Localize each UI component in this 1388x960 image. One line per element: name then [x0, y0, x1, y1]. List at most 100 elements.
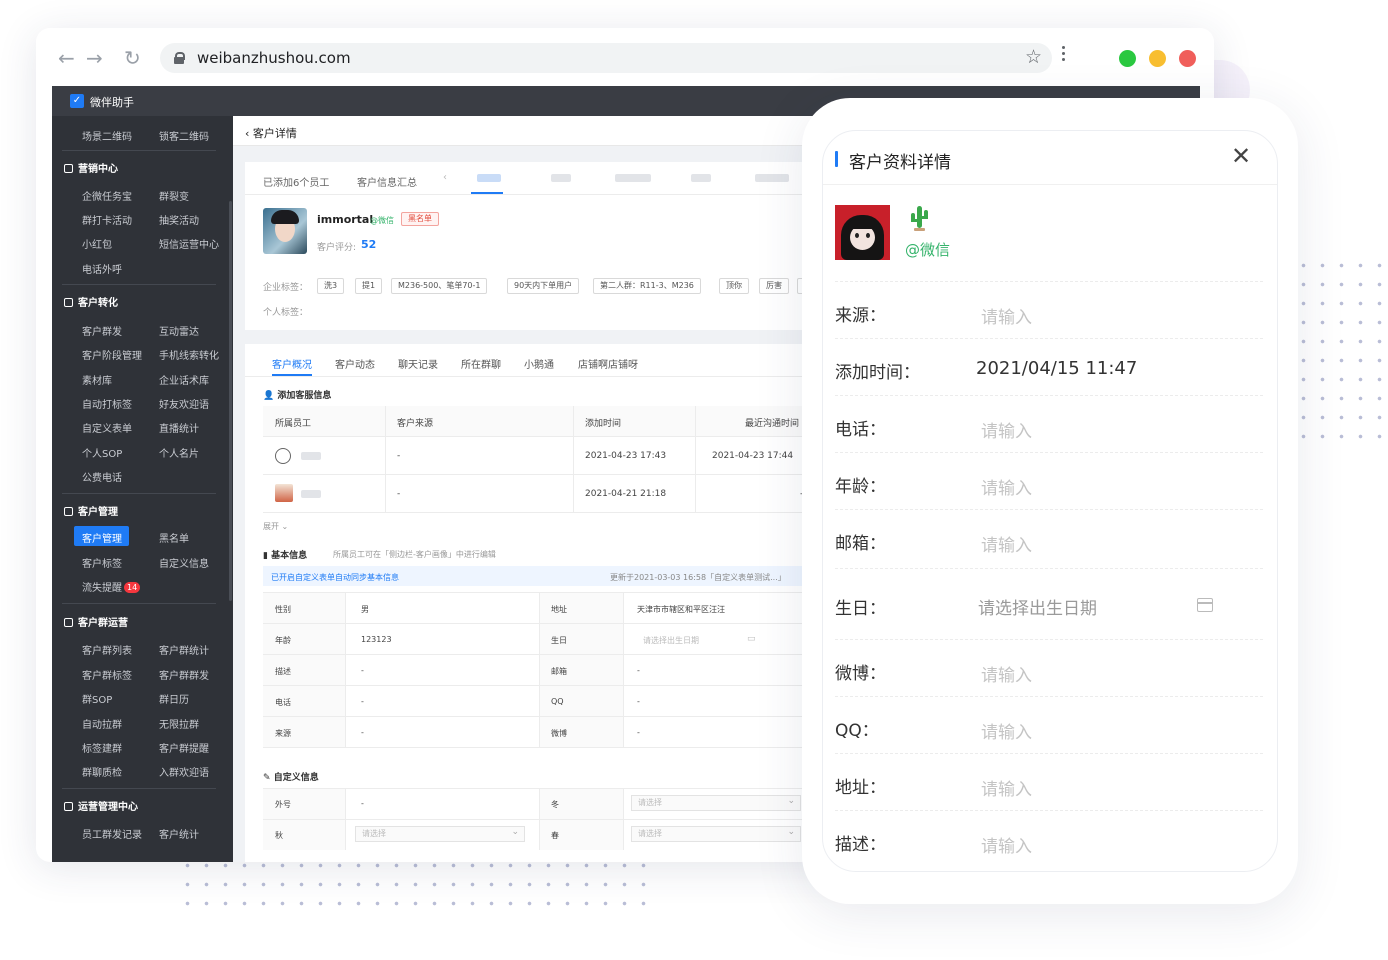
employee-tab-blurred[interactable]	[615, 174, 651, 182]
sidebar-item[interactable]: 员工群发记录	[82, 826, 142, 841]
sidebar-item[interactable]: 抽奖活动	[159, 212, 199, 227]
sidebar-item[interactable]: 自动打标签	[82, 396, 132, 411]
sidebar-item[interactable]: 短信运营中心	[159, 236, 219, 251]
calendar-icon[interactable]	[1197, 598, 1213, 612]
address-bar[interactable]: weibanzhushou.com ☆	[160, 43, 1052, 73]
close-icon[interactable]: ✕	[1231, 144, 1251, 168]
sidebar-item[interactable]: 互动雷达	[159, 323, 199, 338]
sidebar-item[interactable]: 好友欢迎语	[159, 396, 209, 411]
sidebar-item[interactable]: 自定义信息	[159, 555, 209, 570]
sidebar-section-marketing[interactable]: 营销中心	[64, 160, 118, 175]
field-value[interactable]: -	[361, 697, 364, 706]
phone-input[interactable]: 请输入	[981, 417, 1032, 442]
tab-employees[interactable]: 已添加6个员工	[263, 174, 329, 189]
company-tag[interactable]: 顶你	[719, 278, 749, 294]
birthday-picker[interactable]: 请选择出生日期	[643, 635, 699, 646]
sidebar-item[interactable]: 素材库	[82, 372, 112, 387]
bookmark-star-icon[interactable]: ☆	[1025, 46, 1042, 68]
spring-select[interactable]: 请选择	[631, 825, 801, 842]
company-tag[interactable]: M236-500、笔单70-1	[391, 278, 488, 294]
field-value[interactable]: 123123	[361, 635, 392, 644]
breadcrumb[interactable]: ‹ 客户详情	[245, 125, 297, 141]
sidebar-item[interactable]: 客户群标签	[82, 667, 132, 682]
source-input[interactable]: 请输入	[981, 303, 1032, 328]
company-tag[interactable]: 厉害	[759, 278, 789, 294]
company-tag[interactable]: 第二人群：R11-3、M236	[593, 278, 701, 294]
sidebar-item[interactable]: 个人名片	[159, 445, 199, 460]
tab-activity[interactable]: 客户动态	[335, 356, 375, 371]
sidebar-item[interactable]: 群SOP	[82, 691, 112, 706]
sidebar-item[interactable]: 自定义表单	[82, 420, 132, 435]
email-input[interactable]: 请输入	[981, 531, 1032, 556]
birthday-picker[interactable]: 请选择出生日期	[978, 594, 1097, 619]
field-value[interactable]: -	[361, 728, 364, 737]
winter-select[interactable]: 请选择	[631, 794, 801, 811]
sidebar-item[interactable]: 客户统计	[159, 826, 199, 841]
autumn-select[interactable]: 请选择	[355, 825, 525, 842]
tab-overview[interactable]: 客户概况	[272, 356, 312, 371]
sidebar-item[interactable]: 客户标签	[82, 555, 122, 570]
calendar-icon[interactable]: ▭	[747, 634, 756, 644]
sidebar-item[interactable]: 手机线索转化	[159, 347, 219, 362]
sidebar-item[interactable]: 入群欢迎语	[159, 764, 209, 779]
employee-tab-blurred[interactable]	[755, 174, 789, 182]
sidebar-item[interactable]: 客户群列表	[82, 642, 132, 657]
qq-input[interactable]: 请输入	[981, 718, 1032, 743]
employee-tab-blurred[interactable]	[691, 174, 711, 182]
sidebar-item[interactable]: 客户群统计	[159, 642, 209, 657]
sidebar-item[interactable]: 企业话术库	[159, 372, 209, 387]
red-light-icon[interactable]	[1179, 50, 1196, 67]
sidebar-item[interactable]: 小红包	[82, 236, 112, 251]
sidebar-item[interactable]: 直播统计	[159, 420, 199, 435]
field-value[interactable]: -	[637, 666, 640, 675]
expand-link[interactable]: 展开 ⌄	[263, 521, 288, 532]
chevron-left-icon[interactable]: ‹	[443, 172, 447, 183]
sidebar-item[interactable]: 无限拉群	[159, 716, 199, 731]
sidebar-item[interactable]: 群聊质检	[82, 764, 122, 779]
sidebar-item[interactable]: 标签建群	[82, 740, 122, 755]
description-input[interactable]: 请输入	[981, 832, 1032, 857]
age-input[interactable]: 请输入	[981, 474, 1032, 499]
field-value[interactable]: -	[637, 697, 640, 706]
sidebar-section-customer-mgmt[interactable]: 客户管理	[64, 503, 118, 518]
forward-arrow-icon[interactable]: →	[86, 48, 103, 68]
field-value[interactable]: 男	[361, 604, 369, 615]
employee-tab-blurred[interactable]	[551, 174, 571, 182]
sidebar-item[interactable]: 个人SOP	[82, 445, 122, 460]
sidebar-section-ops-center[interactable]: 运营管理中心	[64, 798, 138, 813]
sidebar-item[interactable]: 群裂变	[159, 188, 189, 203]
sidebar-item[interactable]: 群打卡活动	[82, 212, 132, 227]
company-tag[interactable]: 洗3	[317, 278, 345, 294]
weibo-input[interactable]: 请输入	[981, 661, 1032, 686]
sidebar-section-conversion[interactable]: 客户转化	[64, 294, 118, 309]
employee-tab-blurred[interactable]	[477, 174, 501, 182]
tab-groups[interactable]: 所在群聊	[461, 356, 501, 371]
sidebar-item[interactable]: 黑名单	[159, 530, 189, 545]
sidebar-item[interactable]: 客户阶段管理	[82, 347, 142, 362]
sidebar-scrollbar[interactable]	[229, 201, 232, 601]
sidebar-item[interactable]: 公费电话	[82, 469, 122, 484]
sidebar-item[interactable]: 电话外呼	[82, 261, 122, 276]
company-tag[interactable]: 提1	[355, 278, 383, 294]
field-value[interactable]: -	[361, 666, 364, 675]
sidebar-item-churn[interactable]: 流失提醒 14	[82, 579, 141, 594]
sidebar-item[interactable]: 自动拉群	[82, 716, 122, 731]
tab-shop[interactable]: 店铺啊店铺呀	[578, 356, 638, 371]
yellow-light-icon[interactable]	[1149, 50, 1166, 67]
sidebar-section-group-ops[interactable]: 客户群运营	[64, 614, 128, 629]
company-tag[interactable]: 90天内下单用户	[507, 278, 580, 294]
sidebar-item[interactable]: 场景二维码	[82, 128, 132, 143]
reload-icon[interactable]: ↻	[124, 48, 141, 68]
sidebar-item[interactable]: 客户群发	[82, 323, 122, 338]
sidebar-item[interactable]: 锁客二维码	[159, 128, 209, 143]
tab-chat[interactable]: 聊天记录	[398, 356, 438, 371]
sidebar-item-customer-management[interactable]: 客户管理	[82, 530, 122, 545]
field-value[interactable]: -	[637, 728, 640, 737]
green-light-icon[interactable]	[1119, 50, 1136, 67]
field-value[interactable]: -	[361, 799, 364, 808]
sidebar-item[interactable]: 群日历	[159, 691, 189, 706]
back-arrow-icon[interactable]: ←	[58, 48, 75, 68]
sidebar-item[interactable]: 客户群提醒	[159, 740, 209, 755]
sidebar-item[interactable]: 企微任务宝	[82, 188, 132, 203]
tab-xiaoe[interactable]: 小鹅通	[524, 356, 554, 371]
